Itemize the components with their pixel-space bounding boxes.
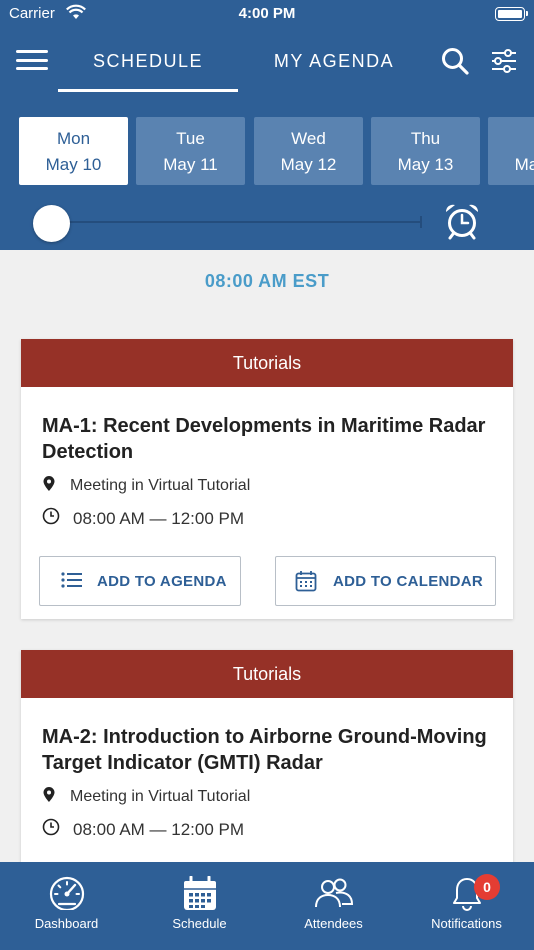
tabbar-schedule[interactable]: Schedule: [133, 862, 266, 950]
time-slider-end: [420, 216, 422, 228]
session-time: 08:00 AM — 12:00 PM: [21, 816, 513, 844]
session-location-text: Meeting in Virtual Tutorial: [70, 477, 251, 494]
nav-header: SCHEDULE MY AGENDA: [0, 30, 534, 94]
attendees-icon: [314, 878, 353, 908]
menu-icon[interactable]: [16, 50, 48, 74]
session-location: Meeting in Virtual Tutorial: [21, 473, 513, 501]
add-to-agenda-button[interactable]: ADD TO AGENDA: [39, 556, 241, 606]
date-day: Fri: [488, 129, 534, 149]
session-category: Tutorials: [21, 650, 513, 698]
tabbar-label: Schedule: [172, 916, 227, 931]
session-location: Meeting in Virtual Tutorial: [21, 784, 513, 812]
search-icon[interactable]: [440, 46, 470, 76]
add-to-agenda-label: ADD TO AGENDA: [97, 573, 227, 590]
tabbar-label: Dashboard: [34, 916, 99, 931]
date-date: May 12: [280, 155, 337, 174]
date-card-mon[interactable]: Mon May 10: [19, 117, 128, 185]
date-date: May 14: [514, 155, 534, 174]
date-day: Wed: [291, 129, 326, 148]
date-card-thu[interactable]: Thu May 13: [371, 117, 480, 185]
tabbar-attendees[interactable]: Attendees: [267, 862, 400, 950]
date-card-fri[interactable]: Fri May 14: [488, 117, 534, 185]
clock-icon: [42, 507, 60, 525]
location-pin-icon: [43, 787, 55, 802]
tabbar-label: Notifications: [431, 916, 502, 931]
filter-icon[interactable]: [490, 48, 518, 74]
calendar-icon: [295, 571, 317, 592]
time-slider-track[interactable]: [52, 221, 422, 223]
session-card[interactable]: Tutorials MA-1: Recent Developments in M…: [21, 339, 513, 619]
tab-schedule[interactable]: SCHEDULE: [58, 30, 238, 94]
session-category: Tutorials: [21, 339, 513, 387]
date-day: Tue: [176, 129, 205, 148]
time-slider-handle[interactable]: [33, 205, 70, 242]
status-bar: Carrier 4:00 PM: [0, 0, 534, 30]
session-location-text: Meeting in Virtual Tutorial: [70, 788, 251, 805]
location-pin-icon: [43, 476, 55, 491]
session-time: 08:00 AM — 12:00 PM: [21, 505, 513, 533]
bottom-tab-bar: Dashboard Schedule Attendees Notificatio…: [0, 862, 534, 950]
alarm-clock-icon[interactable]: [443, 202, 481, 240]
date-card-wed[interactable]: Wed May 12: [254, 117, 363, 185]
session-card[interactable]: Tutorials MA-2: Introduction to Airborne…: [21, 650, 513, 880]
date-selector: Mon May 10 Tue May 11 Wed May 12 Thu May…: [0, 94, 534, 250]
date-day: Mon: [56, 129, 91, 148]
session-title[interactable]: MA-1: Recent Developments in Maritime Ra…: [42, 413, 492, 465]
notification-count-badge: 0: [474, 874, 500, 900]
add-to-calendar-label: ADD TO CALENDAR: [333, 573, 484, 590]
dashboard-gauge-icon: [49, 876, 84, 910]
battery-icon: [495, 7, 528, 21]
date-date: May 10: [45, 155, 102, 174]
timeslot-header: 08:00 AM EST: [204, 271, 330, 291]
session-title[interactable]: MA-2: Introduction to Airborne Ground-Mo…: [42, 724, 492, 776]
date-card-tue[interactable]: Tue May 11: [136, 117, 245, 185]
list-icon: [61, 572, 82, 588]
add-to-calendar-button[interactable]: ADD TO CALENDAR: [275, 556, 496, 606]
session-time-text: 08:00 AM — 12:00 PM: [73, 509, 245, 528]
date-date: May 11: [163, 155, 218, 174]
session-time-text: 08:00 AM — 12:00 PM: [73, 820, 245, 839]
tabbar-label: Attendees: [304, 916, 363, 931]
clock-icon: [42, 818, 60, 836]
date-date: May 13: [397, 155, 454, 174]
clock: 4:00 PM: [238, 5, 296, 22]
date-day: Thu: [410, 129, 441, 148]
tabbar-dashboard[interactable]: Dashboard: [0, 862, 133, 950]
tabbar-notifications[interactable]: Notifications: [400, 862, 533, 950]
tab-my-agenda[interactable]: MY AGENDA: [244, 30, 424, 94]
calendar-icon: [183, 876, 216, 910]
